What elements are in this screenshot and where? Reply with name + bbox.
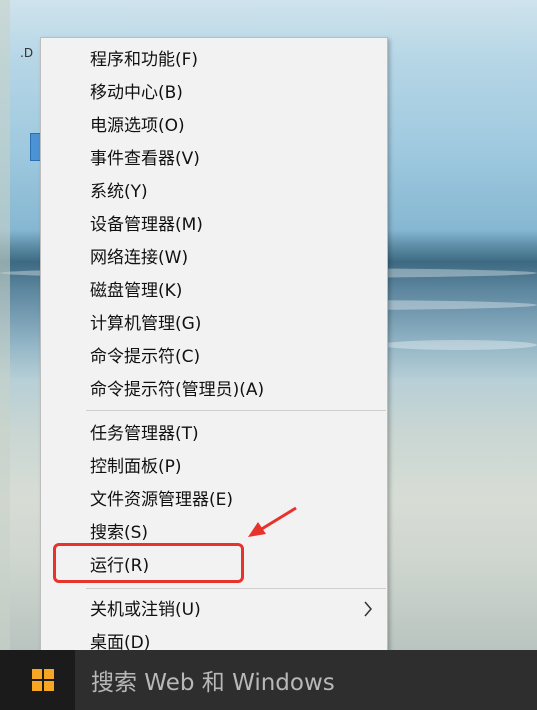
chevron-right-icon bbox=[363, 594, 373, 627]
menu-item-programs-features[interactable]: 程序和功能(F) bbox=[41, 44, 387, 77]
menu-item-label: 关机或注销(U) bbox=[90, 600, 201, 620]
menu-item-label: 程序和功能(F) bbox=[90, 50, 199, 70]
menu-separator bbox=[86, 588, 386, 589]
menu-item-command-prompt[interactable]: 命令提示符(C) bbox=[41, 341, 387, 374]
menu-item-label: 命令提示符(管理员)(A) bbox=[90, 380, 265, 400]
menu-item-label: 电源选项(O) bbox=[90, 116, 185, 136]
menu-item-label: 任务管理器(T) bbox=[90, 424, 199, 444]
menu-item-label: 命令提示符(C) bbox=[90, 347, 201, 367]
windows-logo-icon bbox=[32, 669, 54, 691]
start-button[interactable] bbox=[20, 650, 66, 710]
desktop-edge bbox=[0, 0, 10, 650]
menu-item-device-manager[interactable]: 设备管理器(M) bbox=[41, 209, 387, 242]
menu-item-command-prompt-admin[interactable]: 命令提示符(管理员)(A) bbox=[41, 374, 387, 407]
menu-item-label: 系统(Y) bbox=[90, 182, 148, 202]
menu-item-power-options[interactable]: 电源选项(O) bbox=[41, 110, 387, 143]
annotation-arrow-icon bbox=[246, 505, 298, 545]
menu-item-disk-management[interactable]: 磁盘管理(K) bbox=[41, 275, 387, 308]
taskbar-search-text: 搜索 Web 和 Windows bbox=[91, 670, 335, 696]
menu-item-file-explorer[interactable]: 文件资源管理器(E) bbox=[41, 484, 387, 517]
menu-item-label: 磁盘管理(K) bbox=[90, 281, 183, 301]
menu-separator bbox=[86, 410, 386, 411]
menu-item-label: 网络连接(W) bbox=[90, 248, 189, 268]
menu-item-label: 设备管理器(M) bbox=[90, 215, 203, 235]
taskbar-search-box[interactable]: 搜索 Web 和 Windows bbox=[75, 650, 537, 710]
menu-item-computer-management[interactable]: 计算机管理(G) bbox=[41, 308, 387, 341]
desktop-icon-label[interactable]: .D bbox=[20, 46, 33, 60]
menu-item-event-viewer[interactable]: 事件查看器(V) bbox=[41, 143, 387, 176]
wallpaper-wave bbox=[380, 340, 537, 350]
menu-item-shutdown-signout[interactable]: 关机或注销(U) bbox=[41, 594, 387, 627]
menu-item-control-panel[interactable]: 控制面板(P) bbox=[41, 451, 387, 484]
menu-item-label: 计算机管理(G) bbox=[90, 314, 202, 334]
menu-item-label: 移动中心(B) bbox=[90, 83, 183, 103]
taskbar: 搜索 Web 和 Windows bbox=[0, 650, 537, 710]
menu-item-label: 控制面板(P) bbox=[90, 457, 182, 477]
menu-item-network-connections[interactable]: 网络连接(W) bbox=[41, 242, 387, 275]
menu-item-label: 搜索(S) bbox=[90, 523, 149, 543]
menu-item-task-manager[interactable]: 任务管理器(T) bbox=[41, 418, 387, 451]
menu-item-mobility-center[interactable]: 移动中心(B) bbox=[41, 77, 387, 110]
menu-item-label: 文件资源管理器(E) bbox=[90, 490, 234, 510]
menu-item-system[interactable]: 系统(Y) bbox=[41, 176, 387, 209]
annotation-highlight-box bbox=[53, 543, 244, 583]
menu-item-label: 事件查看器(V) bbox=[90, 149, 200, 169]
